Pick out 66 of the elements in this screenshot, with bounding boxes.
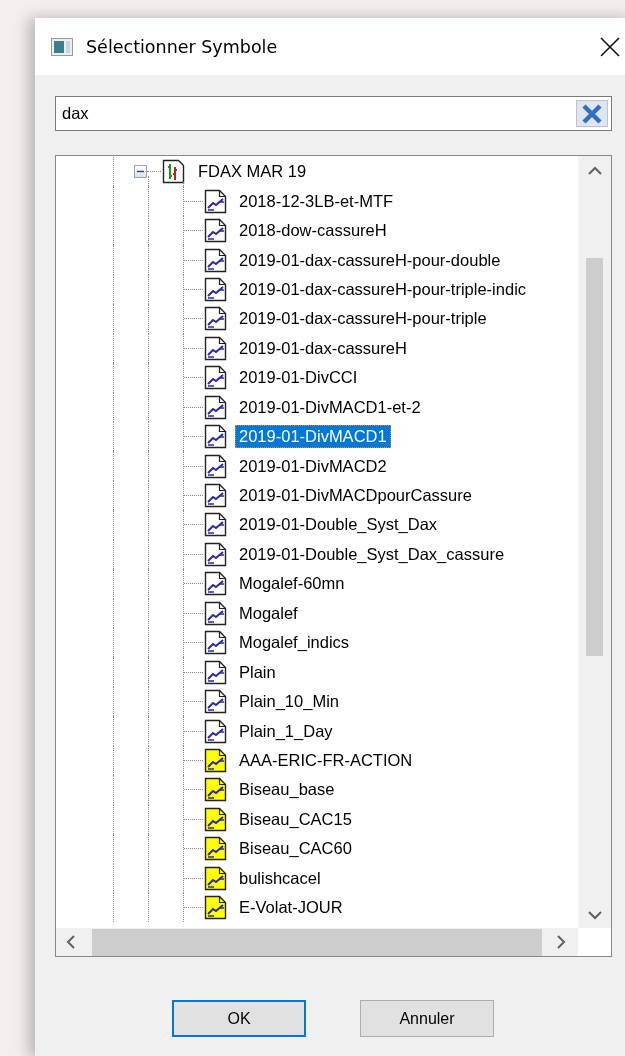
tree-item[interactable]: Biseau_base: [235, 778, 339, 802]
tree-item[interactable]: Plain_1_Day: [235, 719, 337, 743]
strategy-document-icon: [203, 895, 228, 921]
strategy-document-icon: [203, 306, 228, 332]
scroll-up-icon[interactable]: [587, 166, 602, 176]
tree-item[interactable]: Plain: [235, 660, 280, 684]
strategy-document-icon: [203, 424, 228, 450]
strategy-document-icon: [203, 247, 228, 273]
tree-item[interactable]: 2019-01-Double_Syst_Dax: [235, 513, 442, 537]
tree-item[interactable]: Biseau_CAC60: [235, 837, 356, 861]
tree-item[interactable]: 2019-01-DivMACDpourCassure: [235, 484, 476, 508]
tree-item[interactable]: 2019-01-DivMACD1: [235, 425, 391, 449]
strategy-document-icon: [203, 365, 228, 391]
vertical-scrollbar[interactable]: [578, 156, 611, 928]
scroll-right-icon[interactable]: [556, 935, 566, 949]
tree-item[interactable]: Plain_10_Min: [235, 690, 343, 714]
scroll-down-icon[interactable]: [587, 910, 602, 920]
tree-item[interactable]: 2019-01-dax-cassureH-pour-triple: [235, 307, 491, 331]
strategy-document-icon: [203, 659, 228, 685]
strategy-document-icon: [203, 689, 228, 715]
tree-item[interactable]: 2019-01-DivMACD1-et-2: [235, 395, 425, 419]
strategy-document-icon: [203, 600, 228, 626]
strategy-document-icon: [203, 335, 228, 361]
strategy-document-icon: [203, 836, 228, 862]
strategy-document-icon: [203, 630, 228, 656]
window-title: Sélectionner Symbole: [86, 36, 278, 57]
strategy-document-icon: [203, 541, 228, 567]
chart-document-icon: [161, 159, 186, 185]
tree-item[interactable]: 2019-01-DivMACD2: [235, 454, 391, 478]
strategy-document-icon: [203, 806, 228, 832]
strategy-document-icon: [203, 483, 228, 509]
tree-item[interactable]: Biseau_CAC15: [235, 807, 356, 831]
strategy-document-icon: [203, 571, 228, 597]
strategy-document-icon: [203, 512, 228, 538]
tree-item[interactable]: 2019-01-dax-cassureH: [235, 336, 411, 360]
cancel-button[interactable]: Annuler: [360, 1000, 494, 1037]
strategy-document-icon: [203, 865, 228, 891]
tree-item[interactable]: 2018-dow-cassureH: [235, 219, 391, 243]
close-icon[interactable]: [599, 35, 621, 58]
strategy-document-icon: [203, 747, 228, 773]
strategy-document-icon: [203, 188, 228, 214]
tree-item[interactable]: 2019-01-dax-cassureH-pour-double: [235, 248, 505, 272]
tree-item[interactable]: Mogalef_indics: [235, 631, 354, 655]
tree-item[interactable]: FDAX MAR 19: [194, 160, 311, 184]
tree-item[interactable]: Mogalef-60mn: [235, 572, 349, 596]
collapse-icon[interactable]: [134, 165, 147, 179]
tree-item[interactable]: 2019-01-dax-cassureH-pour-triple-indic: [235, 277, 531, 301]
tree-item[interactable]: 2018-12-3LB-et-MTF: [235, 189, 398, 213]
strategy-document-icon: [203, 276, 228, 302]
strategy-document-icon: [203, 777, 228, 803]
strategy-document-icon: [203, 453, 228, 479]
tree-item[interactable]: Mogalef: [235, 601, 302, 625]
clear-button[interactable]: [576, 100, 608, 127]
search-field[interactable]: dax: [55, 96, 612, 131]
tree-item[interactable]: 2019-01-Double_Syst_Dax_cassure: [235, 542, 509, 566]
tree-item[interactable]: bulishcacel: [235, 866, 325, 890]
horizontal-scrollbar[interactable]: [56, 928, 578, 956]
strategy-document-icon: [203, 718, 228, 744]
strategy-document-icon: [203, 218, 228, 244]
strategy-document-icon: [203, 394, 228, 420]
tree-item[interactable]: 2019-01-DivCCI: [235, 366, 362, 390]
window-icon: [51, 37, 73, 56]
tree-item[interactable]: E-Volat-JOUR: [235, 896, 347, 920]
ok-button[interactable]: OK: [172, 1000, 306, 1037]
tree-item[interactable]: AAA-ERIC-FR-ACTION: [235, 748, 417, 772]
scroll-left-icon[interactable]: [66, 935, 76, 949]
